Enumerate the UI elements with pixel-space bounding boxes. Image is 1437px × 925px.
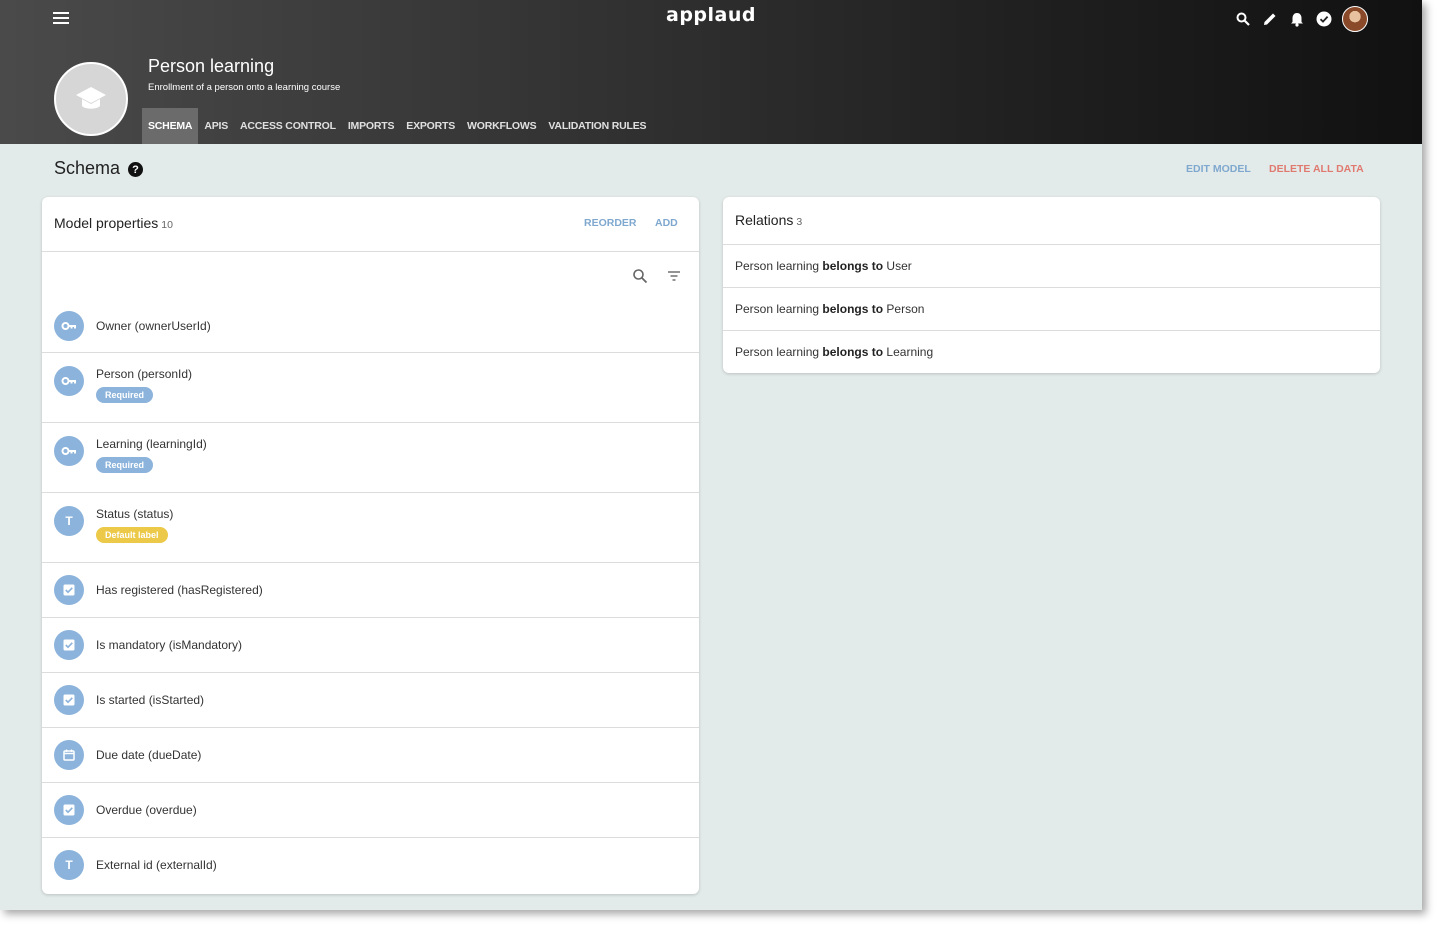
key-icon [54, 366, 84, 396]
tab-validation-rules[interactable]: VALIDATION RULES [542, 108, 652, 144]
property-row-overdue[interactable]: Overdue (overdue) [42, 783, 699, 838]
app-logo: applaud [666, 4, 756, 26]
text-icon: T [54, 850, 84, 880]
property-row-owner[interactable]: Owner (ownerUserId) [42, 299, 699, 353]
schema-heading: Schema [54, 158, 121, 178]
property-row-is-mandatory[interactable]: Is mandatory (isMandatory) [42, 618, 699, 673]
property-name[interactable]: Status (status) [96, 507, 173, 521]
reorder-button[interactable]: REORDER [584, 217, 637, 229]
relation-subject: Person learning [735, 302, 820, 316]
property-row-due-date[interactable]: Due date (dueDate) [42, 728, 699, 783]
relation-verb: belongs to [822, 345, 884, 359]
property-row-person[interactable]: Person (personId) Required [42, 353, 699, 423]
property-row-external-id[interactable]: T External id (externalId) [42, 838, 699, 893]
checkbox-icon [54, 630, 84, 660]
text-icon: T [54, 506, 84, 536]
tab-workflows[interactable]: WORKFLOWS [461, 108, 542, 144]
divider [42, 251, 699, 252]
relations-heading: Relations [735, 212, 794, 228]
header: applaud Person learning Enrollment of a … [0, 0, 1422, 144]
model-description: Enrollment of a person onto a learning c… [148, 82, 341, 93]
property-row-is-started[interactable]: Is started (isStarted) [42, 673, 699, 728]
tab-schema[interactable]: SCHEMA [142, 108, 199, 144]
filter-icon[interactable] [666, 268, 682, 284]
default-label-badge: Default label [96, 527, 168, 543]
tab-bar: SCHEMA APIS ACCESS CONTROL IMPORTS EXPOR… [142, 108, 652, 144]
relation-row-user[interactable]: Person learning belongs to User [723, 245, 1380, 288]
property-row-status[interactable]: T Status (status) Default label [42, 493, 699, 563]
property-row-learning[interactable]: Learning (learningId) Required [42, 423, 699, 493]
required-badge: Required [96, 457, 154, 473]
relation-list: Person learning belongs to User Person l… [723, 244, 1380, 374]
relations-count: 3 [796, 216, 803, 228]
top-toolbar [1234, 6, 1368, 32]
tab-imports[interactable]: IMPORTS [342, 108, 400, 144]
calendar-icon [54, 740, 84, 770]
property-name[interactable]: Learning (learningId) [96, 437, 207, 451]
bell-icon[interactable] [1288, 10, 1306, 28]
model-properties-title: Model properties 10 [54, 215, 173, 231]
property-row-has-registered[interactable]: Has registered (hasRegistered) [42, 563, 699, 618]
help-icon[interactable]: ? [128, 162, 144, 177]
tab-apis[interactable]: APIS [198, 108, 234, 144]
graduation-cap-icon [54, 62, 128, 136]
property-name[interactable]: External id (externalId) [96, 858, 217, 872]
checkbox-icon [54, 575, 84, 605]
relations-title: Relations 3 [735, 212, 802, 228]
app-window: applaud Person learning Enrollment of a … [0, 0, 1422, 910]
property-name[interactable]: Is started (isStarted) [96, 693, 204, 707]
model-properties-heading: Model properties [54, 215, 159, 231]
properties-count: 10 [161, 219, 173, 231]
checkbox-icon [54, 795, 84, 825]
relation-verb: belongs to [822, 259, 884, 273]
key-icon [54, 311, 84, 341]
edit-model-button[interactable]: EDIT MODEL [1186, 163, 1251, 175]
checkbox-icon [54, 685, 84, 715]
tab-exports[interactable]: EXPORTS [400, 108, 461, 144]
property-name[interactable]: Owner (ownerUserId) [96, 319, 211, 333]
relation-row-person[interactable]: Person learning belongs to Person [723, 288, 1380, 331]
search-icon[interactable] [1234, 10, 1252, 28]
relations-card: Relations 3 Person learning belongs to Us… [723, 197, 1380, 373]
required-badge: Required [96, 387, 154, 403]
user-avatar[interactable] [1342, 6, 1368, 32]
check-circle-icon[interactable] [1315, 10, 1333, 28]
model-properties-card: Model properties 10 REORDER ADD Owner (ow… [42, 197, 699, 894]
search-icon[interactable] [632, 268, 648, 284]
property-list: Owner (ownerUserId) Person (personId) Re… [42, 299, 699, 893]
property-name[interactable]: Due date (dueDate) [96, 748, 201, 762]
relation-verb: belongs to [822, 302, 884, 316]
model-title: Person learning [148, 56, 275, 76]
relation-target: Learning [886, 345, 934, 359]
key-icon [54, 436, 84, 466]
relation-subject: Person learning [735, 259, 820, 273]
property-name[interactable]: Has registered (hasRegistered) [96, 583, 263, 597]
relation-row-learning[interactable]: Person learning belongs to Learning [723, 331, 1380, 374]
pencil-icon[interactable] [1261, 10, 1279, 28]
relation-subject: Person learning [735, 345, 820, 359]
property-name[interactable]: Is mandatory (isMandatory) [96, 638, 242, 652]
add-property-button[interactable]: ADD [655, 217, 678, 229]
page-title: Schema ? [54, 158, 144, 179]
property-name[interactable]: Person (personId) [96, 367, 192, 381]
tab-access-control[interactable]: ACCESS CONTROL [234, 108, 342, 144]
property-name[interactable]: Overdue (overdue) [96, 803, 197, 817]
relation-target: Person [886, 302, 925, 316]
relation-target: User [886, 259, 912, 273]
delete-all-data-button[interactable]: DELETE ALL DATA [1269, 163, 1364, 175]
